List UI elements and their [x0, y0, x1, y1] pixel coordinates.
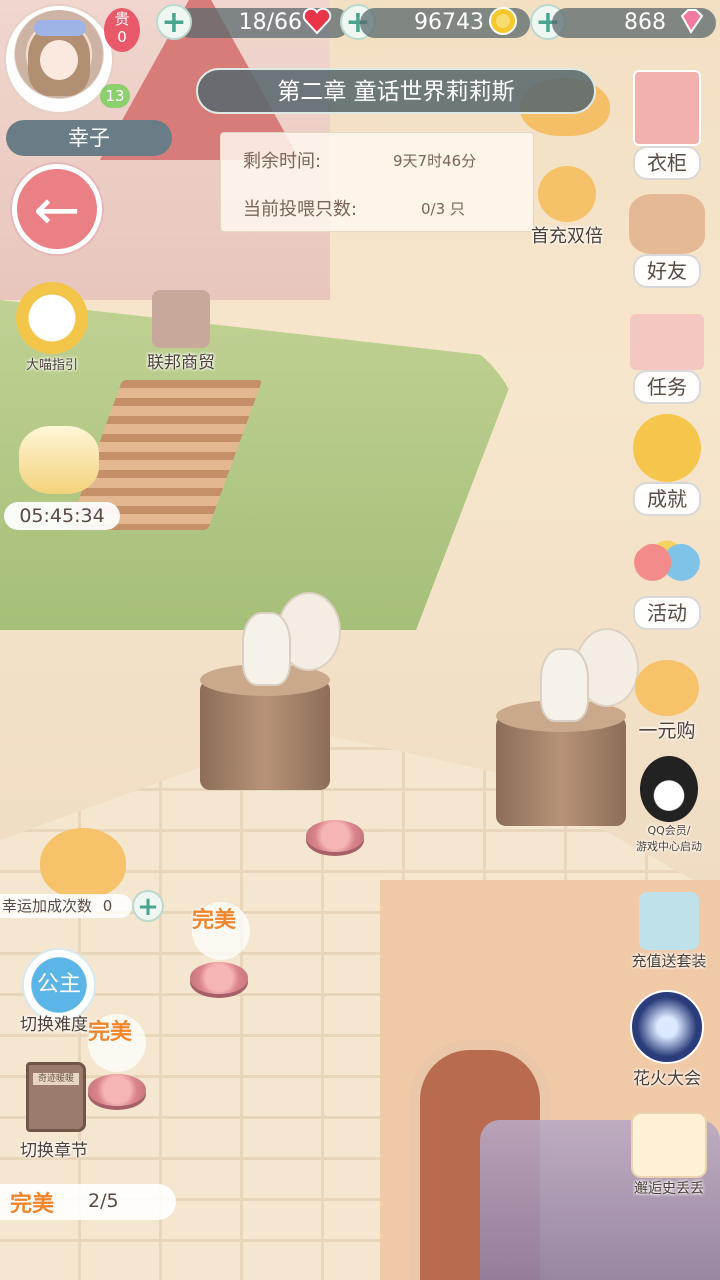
qq-vip-button[interactable]: QQ会员/ 游戏中心启动 — [622, 756, 716, 854]
level-node-1[interactable] — [88, 1074, 146, 1106]
achievement-badge-icon — [633, 414, 701, 482]
stamina-value: 18/66 — [238, 10, 302, 35]
first-recharge-button[interactable]: 首充双倍 — [522, 166, 612, 248]
progress-label: 完美 — [10, 1192, 55, 1217]
encounter-button[interactable]: 邂逅史丢丢 — [622, 1112, 716, 1198]
player-name: 幸子 — [6, 120, 172, 156]
achievements-label: 成就 — [633, 482, 701, 516]
luck-bonus-bar: 幸运加成次数 0 — [0, 894, 132, 918]
perfect-label-2: 完美 — [88, 1020, 133, 1045]
feed-value: 0/3 只 — [421, 200, 465, 218]
task-book-icon — [630, 314, 704, 370]
fireworks-label: 花火大会 — [633, 1069, 701, 1089]
remaining-time-label: 剩余时间: — [243, 151, 322, 172]
level-node-current[interactable] — [306, 820, 364, 852]
difficulty-label: 公主 — [36, 972, 81, 997]
vip-badge[interactable]: 贵 0 — [104, 8, 140, 52]
yellow-chick — [40, 828, 126, 898]
switch-chapter-label[interactable]: 切换章节 — [20, 1136, 88, 1161]
events-button[interactable]: 活动 — [622, 540, 712, 630]
chick-card-icon — [631, 1112, 707, 1178]
chapter-book-icon[interactable]: 奇迹暖暖 — [26, 1062, 86, 1132]
outfit-icon — [639, 892, 699, 950]
tasks-button[interactable]: 任务 — [622, 314, 712, 404]
tree-stump-left — [200, 664, 330, 790]
trade-button[interactable]: 联邦商贸 — [138, 290, 224, 373]
coin-value: 96743 — [414, 10, 484, 35]
first-recharge-label: 首充双倍 — [531, 226, 603, 247]
add-luck-button[interactable]: + — [132, 890, 164, 922]
balloons-icon — [631, 540, 703, 596]
recharge-outfit-button[interactable]: 充值送套装 — [622, 892, 716, 971]
gold-coin-icon — [489, 7, 517, 35]
tree-stump-right — [496, 700, 626, 826]
wardrobe-label: 衣柜 — [633, 146, 701, 180]
events-label: 活动 — [633, 596, 701, 630]
gift-box-icon — [152, 290, 210, 348]
player-avatar[interactable] — [6, 6, 112, 112]
back-button[interactable]: ← — [12, 164, 102, 254]
player-level-badge: 13 — [100, 84, 130, 108]
qq-penguin-icon — [640, 756, 698, 822]
fireworks-button[interactable]: 花火大会 — [622, 990, 712, 1089]
qq-vip-label-2: 游戏中心启动 — [636, 840, 702, 853]
pig-icon — [538, 166, 596, 222]
book-title: 奇迹暖暖 — [33, 1073, 79, 1085]
cat-guide-icon — [16, 282, 88, 354]
one-yuan-label: 一元购 — [638, 720, 696, 742]
vip-level: 0 — [117, 28, 127, 46]
perfect-progress-bar: 完美 2/5 — [0, 1184, 176, 1220]
fireworks-icon — [630, 990, 704, 1064]
switch-difficulty-label[interactable]: 切换难度 — [20, 1010, 88, 1035]
perfect-label-1: 完美 — [192, 908, 237, 933]
encounter-label: 邂逅史丢丢 — [634, 1181, 704, 1197]
pink-diamond-icon — [680, 9, 704, 34]
friends-button[interactable]: 好友 — [622, 194, 712, 288]
friends-icon — [629, 194, 705, 254]
luck-label: 幸运加成次数 — [2, 897, 93, 915]
squirrel-statue-right[interactable] — [530, 628, 639, 728]
progress-value: 2/5 — [88, 1190, 119, 1212]
chick-coin-icon — [635, 660, 699, 716]
remaining-time-value: 9天7时46分 — [393, 152, 477, 170]
gift-cake-icon — [19, 426, 99, 494]
guide-button[interactable]: 大喵指引 — [6, 282, 98, 373]
wardrobe-icon — [633, 70, 701, 146]
gift-timer: 05:45:34 — [4, 502, 120, 530]
arrow-left-icon: ← — [33, 178, 81, 243]
timed-gift-button[interactable] — [14, 426, 104, 494]
trade-label: 联邦商贸 — [147, 353, 215, 373]
heart-icon — [302, 7, 332, 35]
achievements-button[interactable]: 成就 — [622, 414, 712, 516]
chapter-info-card: 剩余时间: 9天7时46分 当前投喂只数: 0/3 只 — [220, 132, 534, 232]
luck-count: 0 — [102, 897, 113, 915]
feed-label: 当前投喂只数: — [243, 199, 358, 220]
wardrobe-button[interactable]: 衣柜 — [624, 70, 710, 180]
qq-vip-label-1: QQ会员/ — [647, 824, 691, 837]
guide-label: 大喵指引 — [25, 358, 78, 373]
gem-value: 868 — [624, 10, 666, 35]
one-yuan-button[interactable]: 一元购 — [622, 660, 712, 743]
vip-label: 贵 — [114, 10, 130, 28]
tasks-label: 任务 — [633, 370, 701, 404]
friends-label: 好友 — [633, 254, 701, 288]
chapter-title: 第二章 童话世界莉莉斯 — [196, 68, 596, 114]
squirrel-statue-left[interactable] — [232, 592, 341, 692]
level-node-2[interactable] — [190, 962, 248, 994]
recharge-outfit-label: 充值送套装 — [631, 952, 707, 970]
add-vip-button[interactable]: + — [156, 4, 192, 40]
